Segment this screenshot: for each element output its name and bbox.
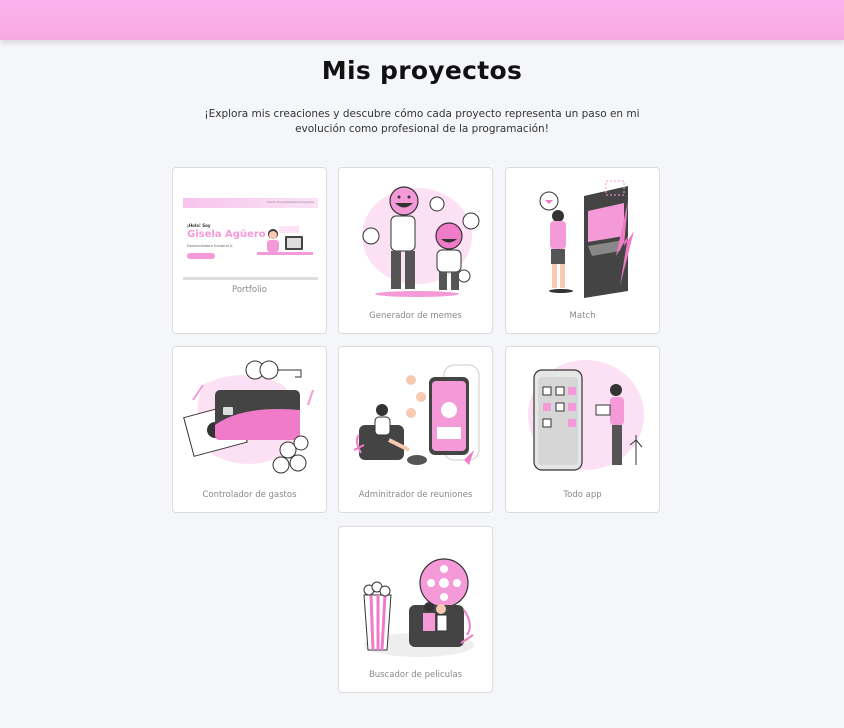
cinema-illustration-icon	[363, 558, 474, 657]
page-title: Mis proyectos	[321, 56, 523, 85]
project-title: Adminitrador de reuniones	[358, 490, 473, 500]
top-navbar	[0, 0, 844, 40]
project-title: Controlador de gastos	[202, 490, 297, 500]
project-card-portfolio[interactable]: Inicio Conocimientos Proyectos ¡Hola! So…	[172, 167, 327, 334]
project-title: Portfolio	[232, 285, 267, 295]
project-title: Generador de memes	[369, 311, 462, 321]
project-card-movie-search[interactable]: Buscador de peliculas	[338, 526, 493, 693]
project-card-meeting-admin[interactable]: Adminitrador de reuniones	[338, 346, 493, 513]
project-card-meme-generator[interactable]: Generador de memes	[338, 167, 493, 334]
meeting-phone-illustration-icon	[353, 364, 480, 465]
project-card-match[interactable]: Match	[505, 167, 660, 334]
preview-greeting: ¡Hola! Soy	[187, 223, 211, 228]
projects-grid: Inicio Conocimientos Proyectos ¡Hola! So…	[172, 167, 662, 697]
project-card-expense-tracker[interactable]: Controlador de gastos	[172, 346, 327, 513]
arcade-illustration-icon	[539, 180, 634, 298]
preview-nav: Inicio Conocimientos Proyectos	[267, 200, 314, 204]
credit-card-illustration-icon	[183, 360, 314, 474]
project-title: Todo app	[563, 490, 602, 500]
preview-role: Desarrolladora frontend Jr.	[187, 244, 234, 248]
project-title: Match	[569, 311, 596, 321]
preview-name: Gisela Agüero	[187, 229, 266, 240]
page-subtitle: ¡Explora mis creaciones y descubre cómo …	[204, 108, 640, 135]
project-card-todo-app[interactable]: Todo app	[505, 346, 660, 513]
emoji-people-illustration-icon	[362, 186, 480, 297]
project-title: Buscador de peliculas	[368, 670, 463, 680]
portfolio-screenshot-icon: Inicio Conocimientos Proyectos ¡Hola! So…	[183, 198, 318, 280]
todo-phone-illustration-icon	[528, 360, 644, 471]
